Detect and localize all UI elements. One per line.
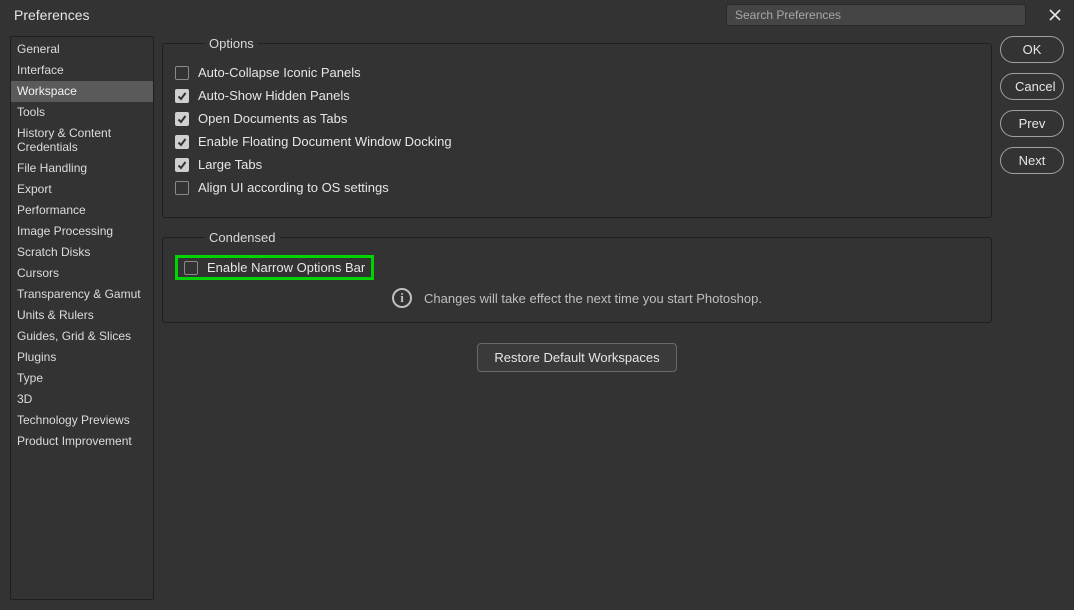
option-checkbox-auto-show-hidden-panels[interactable]: Auto-Show Hidden Panels [175,88,979,103]
sidebar: GeneralInterfaceWorkspaceToolsHistory & … [10,36,154,600]
sidebar-item-transparency-gamut[interactable]: Transparency & Gamut [11,284,153,305]
window-title: Preferences [14,7,89,23]
titlebar: Preferences [0,0,1074,30]
sidebar-item-image-processing[interactable]: Image Processing [11,221,153,242]
option-checkbox-align-ui-according-to-os-settings[interactable]: Align UI according to OS settings [175,180,979,195]
option-checkbox-large-tabs[interactable]: Large Tabs [175,157,979,172]
checkbox-box [175,158,189,172]
sidebar-item-technology-previews[interactable]: Technology Previews [11,410,153,431]
sidebar-item-history-content-credentials[interactable]: History & Content Credentials [11,123,153,158]
sidebar-item-export[interactable]: Export [11,179,153,200]
sidebar-item-product-improvement[interactable]: Product Improvement [11,431,153,452]
sidebar-item-guides-grid-slices[interactable]: Guides, Grid & Slices [11,326,153,347]
checkbox-label: Enable Floating Document Window Docking [198,134,452,149]
restore-default-workspaces-button[interactable]: Restore Default Workspaces [477,343,676,372]
info-text: Changes will take effect the next time y… [424,291,762,306]
sidebar-item-file-handling[interactable]: File Handling [11,158,153,179]
condensed-group: Condensed Enable Narrow Options Bar i Ch… [162,230,992,323]
ok-button[interactable]: OK [1000,36,1064,63]
check-icon [177,91,187,101]
main-panel: Options Auto-Collapse Iconic Panels Auto-… [162,36,992,600]
sidebar-item-plugins[interactable]: Plugins [11,347,153,368]
next-button[interactable]: Next [1000,147,1064,174]
checkbox-label: Auto-Collapse Iconic Panels [198,65,361,80]
options-legend: Options [205,36,258,51]
checkbox-label: Large Tabs [198,157,262,172]
sidebar-item-type[interactable]: Type [11,368,153,389]
info-icon: i [392,288,412,308]
sidebar-item-cursors[interactable]: Cursors [11,263,153,284]
condensed-legend: Condensed [205,230,280,245]
checkbox-label: Open Documents as Tabs [198,111,347,126]
checkbox-box [175,135,189,149]
checkbox-box [175,66,189,80]
enable-narrow-options-bar-checkbox[interactable]: Enable Narrow Options Bar [184,260,365,275]
checkbox-box [175,181,189,195]
checkbox-box [175,89,189,103]
options-group: Options Auto-Collapse Iconic Panels Auto-… [162,36,992,218]
sidebar-item-general[interactable]: General [11,39,153,60]
sidebar-item-tools[interactable]: Tools [11,102,153,123]
checkbox-box [184,261,198,275]
close-icon [1048,8,1062,22]
check-icon [177,114,187,124]
sidebar-item-performance[interactable]: Performance [11,200,153,221]
checkbox-label: Enable Narrow Options Bar [207,260,365,275]
option-checkbox-enable-floating-document-window-docking[interactable]: Enable Floating Document Window Docking [175,134,979,149]
sidebar-item-interface[interactable]: Interface [11,60,153,81]
check-icon [177,160,187,170]
checkbox-box [175,112,189,126]
sidebar-item-units-rulers[interactable]: Units & Rulers [11,305,153,326]
option-checkbox-open-documents-as-tabs[interactable]: Open Documents as Tabs [175,111,979,126]
checkbox-label: Align UI according to OS settings [198,180,389,195]
highlighted-option: Enable Narrow Options Bar [175,255,374,280]
cancel-button[interactable]: Cancel [1000,73,1064,100]
sidebar-item-3d[interactable]: 3D [11,389,153,410]
check-icon [177,137,187,147]
sidebar-item-workspace[interactable]: Workspace [11,81,153,102]
dialog-buttons: OK Cancel Prev Next [1000,36,1064,600]
close-button[interactable] [1044,4,1066,26]
prev-button[interactable]: Prev [1000,110,1064,137]
option-checkbox-auto-collapse-iconic-panels[interactable]: Auto-Collapse Iconic Panels [175,65,979,80]
search-input[interactable] [726,4,1026,26]
checkbox-label: Auto-Show Hidden Panels [198,88,350,103]
sidebar-item-scratch-disks[interactable]: Scratch Disks [11,242,153,263]
info-row: i Changes will take effect the next time… [175,288,979,308]
